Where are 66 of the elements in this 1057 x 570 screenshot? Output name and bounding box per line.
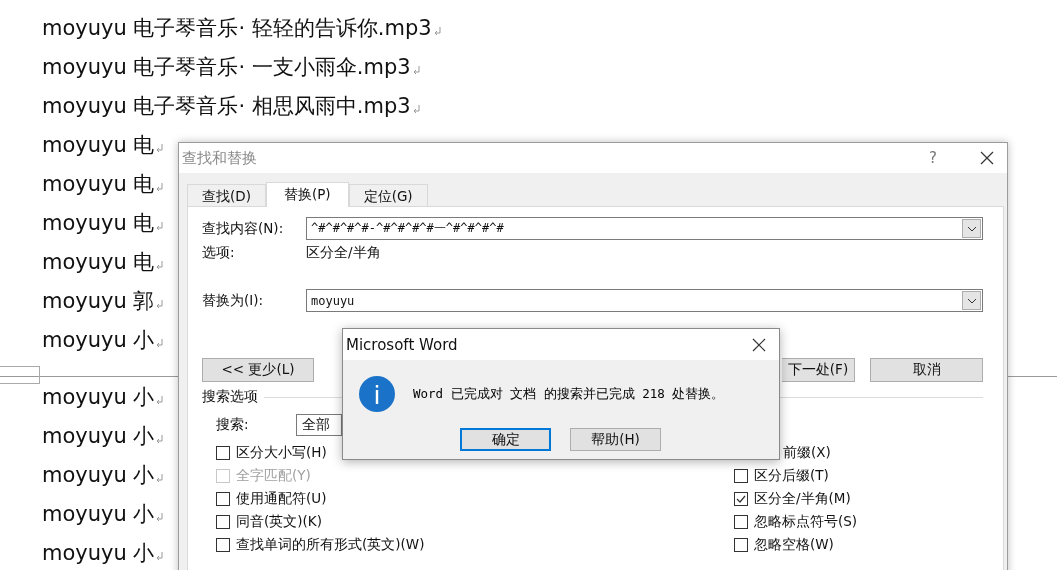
search-dropdown[interactable]: 全部 xyxy=(296,414,342,436)
document-line: moyuyu 电 xyxy=(42,170,155,197)
dialog-button[interactable]: 确定 xyxy=(460,428,551,451)
checkbox[interactable]: 查找单词的所有形式(英文)(W) xyxy=(216,535,425,554)
tab[interactable]: 查找(D) xyxy=(187,184,266,206)
paragraph-mark-icon xyxy=(411,64,421,75)
close-icon xyxy=(752,337,766,352)
tab[interactable]: 替换(P) xyxy=(265,182,349,207)
less-button[interactable]: << 更少(L) xyxy=(202,358,314,382)
paragraph-mark-icon xyxy=(155,337,165,348)
message-text: Word 已完成对 文档 的搜索并已完成 218 处替换。 xyxy=(413,385,725,403)
paragraph-mark-icon xyxy=(155,472,165,483)
help-button[interactable]: ? xyxy=(921,149,945,167)
checkbox-label: 前缀(X) xyxy=(783,443,831,462)
paragraph-mark-icon xyxy=(155,298,165,309)
checkbox[interactable]: 区分全/半角(M) xyxy=(734,489,851,508)
dropdown-button[interactable] xyxy=(962,219,981,238)
document-line: moyuyu 电 xyxy=(42,248,155,275)
document-line: moyuyu 电 xyxy=(42,209,155,236)
info-icon xyxy=(359,376,395,412)
document-line: moyuyu 小 xyxy=(42,422,155,449)
paragraph-mark-icon xyxy=(155,220,165,231)
paragraph-mark-icon xyxy=(411,103,421,114)
paragraph-mark-icon xyxy=(155,511,165,522)
document-line: moyuyu 小 xyxy=(42,326,155,353)
checkbox[interactable]: 忽略标点符号(S) xyxy=(734,512,858,531)
dialog-button[interactable]: 取消 xyxy=(870,358,983,382)
document-line: moyuyu 小 xyxy=(42,383,155,410)
checkbox[interactable]: 忽略空格(W) xyxy=(734,535,834,554)
combo-field[interactable]: ^#^#^#^#-^#^#^#^#一^#^#^#^# xyxy=(306,217,983,240)
close-icon xyxy=(980,151,994,165)
options-value: 区分全/半角 xyxy=(306,244,381,262)
search-label: 搜索: xyxy=(216,416,250,434)
document-line: moyuyu 电 xyxy=(42,131,155,158)
document-line: moyuyu 电子琴音乐· 相思风雨中.mp3 xyxy=(42,92,411,119)
paragraph-mark-icon xyxy=(155,142,165,153)
chevron-down-icon xyxy=(966,297,977,304)
document-line: moyuyu 郭 xyxy=(42,287,155,314)
tab[interactable]: 定位(G) xyxy=(348,184,428,206)
document-line: moyuyu 小 xyxy=(42,500,155,527)
checkbox[interactable]: 同音(英文)(K) xyxy=(216,512,322,531)
dialog-button[interactable]: 帮助(H) xyxy=(570,428,661,451)
chevron-down-icon xyxy=(966,225,977,232)
checkbox[interactable]: 区分大小写(H) xyxy=(216,443,327,462)
dropdown-button[interactable] xyxy=(962,291,981,310)
document-line: moyuyu 电子琴音乐· 轻轻的告诉你.mp3 xyxy=(42,14,432,41)
paragraph-mark-icon xyxy=(155,259,165,270)
paragraph-mark-icon xyxy=(155,181,165,192)
options-label: 选项: xyxy=(202,244,236,262)
document-line: moyuyu 电子琴音乐· 一支小雨伞.mp3 xyxy=(42,53,411,80)
document-line: moyuyu 小 xyxy=(42,539,155,566)
combo-field[interactable]: moyuyu xyxy=(306,289,983,312)
paragraph-mark-icon xyxy=(155,433,165,444)
section-title: 搜索选项 xyxy=(202,388,258,406)
dialog-title: Microsoft Word xyxy=(346,335,459,354)
document-line: moyuyu 小 xyxy=(42,461,155,488)
dialog-title: 查找和替换 xyxy=(182,148,258,168)
paragraph-mark-icon xyxy=(432,25,442,36)
field-label: 查找内容(N): xyxy=(202,219,285,238)
checkbox[interactable]: 使用通配符(U) xyxy=(216,489,327,508)
paragraph-mark-icon xyxy=(155,394,165,405)
margin-marker xyxy=(0,366,40,384)
checkbox[interactable]: 区分后缀(T) xyxy=(734,466,829,485)
paragraph-mark-icon xyxy=(155,550,165,561)
field-label: 替换为(I): xyxy=(202,291,265,310)
dialog-button[interactable]: 下一处(F) xyxy=(782,358,855,382)
